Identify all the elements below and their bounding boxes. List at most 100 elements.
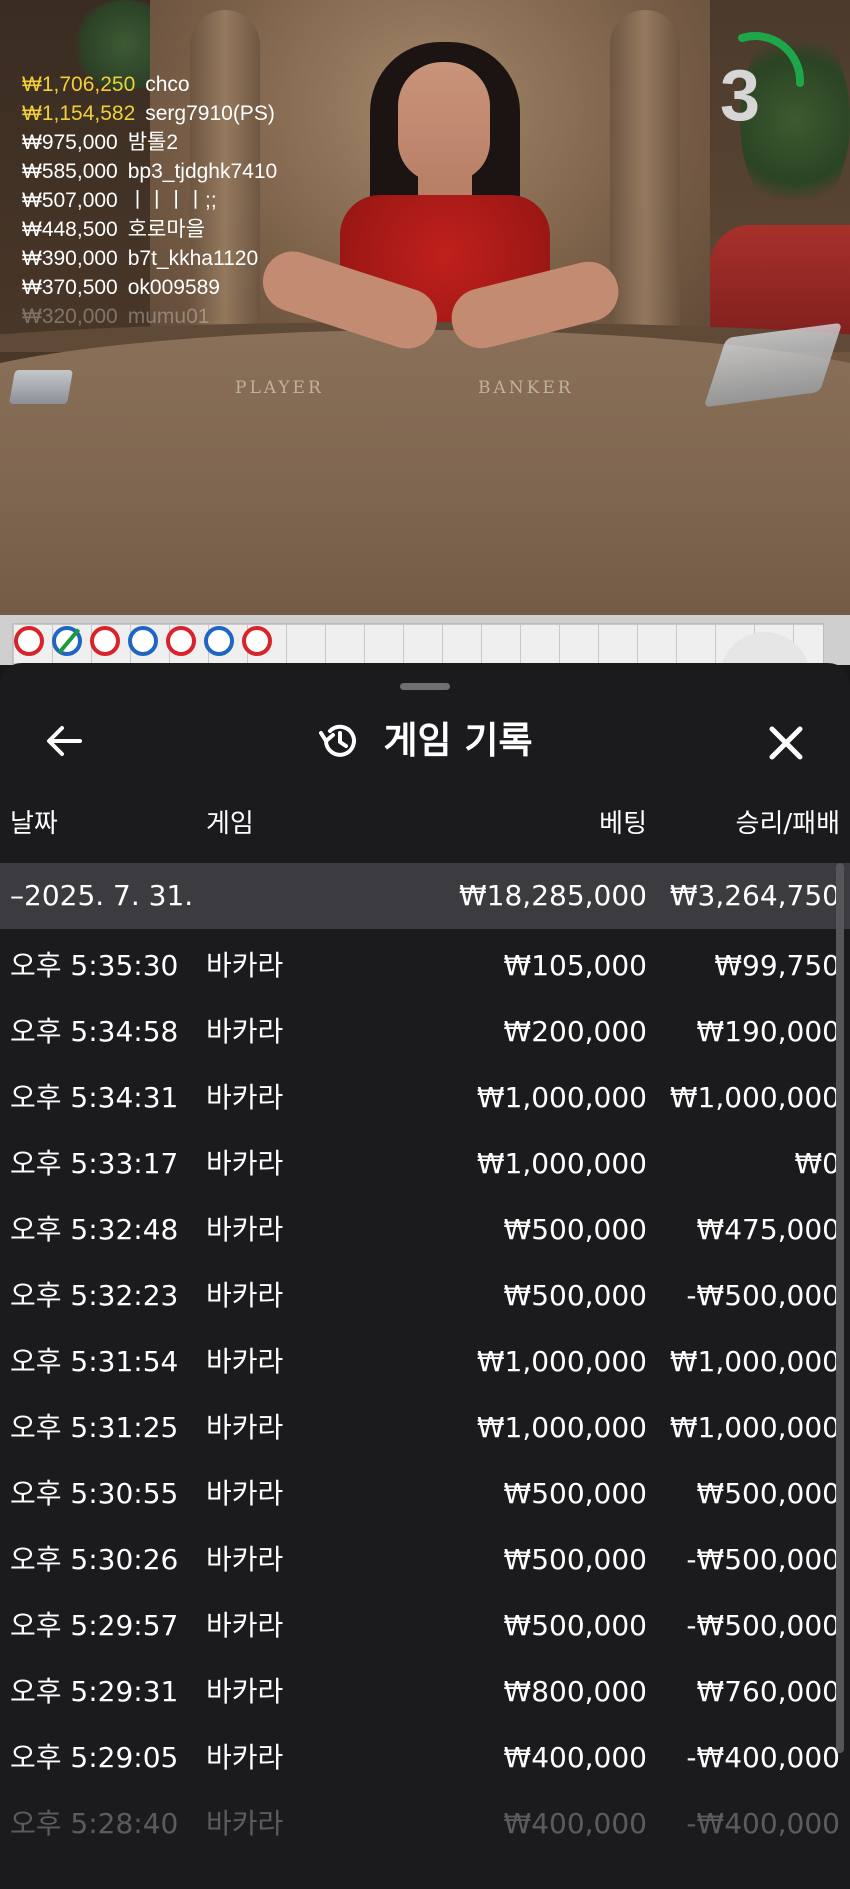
player-table-label: PLAYER xyxy=(235,378,324,398)
history-row[interactable]: 오후 5:32:23 바카라 ₩500,000 -₩500,000 xyxy=(0,1263,850,1329)
history-row[interactable]: 오후 5:29:05 바카라 ₩400,000 -₩400,000 xyxy=(0,1725,850,1791)
winner-row: ₩1,154,582 serg7910(PS) xyxy=(22,99,277,128)
row-time: 오후 5:31:54 xyxy=(10,1345,179,1378)
row-winloss: -₩500,000 xyxy=(686,1609,840,1642)
row-bet: ₩500,000 xyxy=(503,1477,647,1510)
row-winloss: ₩190,000 xyxy=(696,1015,840,1048)
row-winloss: ₩475,000 xyxy=(696,1213,840,1246)
row-winloss: ₩760,000 xyxy=(696,1675,840,1708)
live-video-stream: PLAYER BANKER 3 ₩1,706,250 chco ₩1,154,582… xyxy=(0,0,850,615)
winner-amount: ₩370,500 xyxy=(22,276,118,299)
winner-amount: ₩507,000 xyxy=(22,189,118,212)
row-game: 바카라 xyxy=(206,1411,284,1444)
history-icon xyxy=(319,724,357,757)
winners-list: ₩1,706,250 chco ₩1,154,582 serg7910(PS) ₩975… xyxy=(22,70,277,331)
row-game: 바카라 xyxy=(206,1213,284,1246)
winner-amount: ₩448,500 xyxy=(22,218,118,241)
history-row[interactable]: 오후 5:28:40 바카라 ₩400,000 -₩400,000 xyxy=(0,1791,850,1857)
history-row[interactable]: 오후 5:35:30 바카라 ₩105,000 ₩99,750 xyxy=(0,933,850,999)
row-bet: ₩1,000,000 xyxy=(476,1411,647,1444)
winner-name: 밤톨2 xyxy=(127,131,179,154)
row-time: 오후 5:30:55 xyxy=(10,1477,179,1510)
row-bet: ₩500,000 xyxy=(503,1609,647,1642)
winner-name: serg7910(PS) xyxy=(145,102,275,125)
history-row[interactable]: 오후 5:34:58 바카라 ₩200,000 ₩190,000 xyxy=(0,999,850,1065)
history-row[interactable]: 오후 5:30:55 바카라 ₩500,000 ₩500,000 xyxy=(0,1461,850,1527)
row-game: 바카라 xyxy=(206,1477,284,1510)
history-row[interactable]: 오후 5:30:26 바카라 ₩500,000 -₩500,000 xyxy=(0,1527,850,1593)
history-rows: 오후 5:35:30 바카라 ₩105,000 ₩99,750 오후 5:34:58 바카… xyxy=(0,933,850,1857)
banker-result-circle xyxy=(90,626,120,656)
row-winloss: -₩400,000 xyxy=(686,1741,840,1774)
banker-result-circle xyxy=(14,626,44,656)
winner-name: ok009589 xyxy=(127,276,220,299)
row-game: 바카라 xyxy=(206,1609,284,1642)
column-header-game: 게임 xyxy=(206,809,254,839)
row-time: 오후 5:31:25 xyxy=(10,1411,179,1444)
winner-amount: ₩585,000 xyxy=(22,160,118,183)
drag-handle[interactable] xyxy=(400,683,450,690)
row-time: 오후 5:32:23 xyxy=(10,1279,179,1312)
row-game: 바카라 xyxy=(206,1279,284,1312)
row-bet: ₩1,000,000 xyxy=(476,1081,647,1114)
row-time: 오후 5:30:26 xyxy=(10,1543,179,1576)
row-game: 바카라 xyxy=(206,1543,284,1576)
row-winloss: ₩1,000,000 xyxy=(669,1081,840,1114)
column-header-winloss: 승리/패배 xyxy=(735,809,840,839)
winner-name: 호로마을 xyxy=(127,218,206,241)
winner-amount: ₩1,154,582 xyxy=(22,102,136,125)
row-bet: ₩800,000 xyxy=(503,1675,647,1708)
summary-bet-total: ₩18,285,000 xyxy=(458,879,647,912)
history-row[interactable]: 오후 5:34:31 바카라 ₩1,000,000 ₩1,000,000 xyxy=(0,1065,850,1131)
countdown-timer: 3 xyxy=(719,56,761,136)
winner-amount: ₩320,000 xyxy=(22,305,118,328)
winner-amount: ₩390,000 xyxy=(22,247,118,270)
close-icon[interactable] xyxy=(762,719,810,767)
banker-result-circle xyxy=(166,626,196,656)
history-row[interactable]: 오후 5:29:57 바카라 ₩500,000 -₩500,000 xyxy=(0,1593,850,1659)
row-winloss: ₩500,000 xyxy=(696,1477,840,1510)
history-row[interactable]: 오후 5:32:48 바카라 ₩500,000 ₩475,000 xyxy=(0,1197,850,1263)
winner-name: chco xyxy=(145,73,190,96)
row-game: 바카라 xyxy=(206,1015,284,1048)
column-header-date: 날짜 xyxy=(10,809,58,839)
scrollbar[interactable] xyxy=(836,863,844,1753)
date-summary-row[interactable]: –2025. 7. 31. ₩18,285,000 ₩3,264,750 xyxy=(0,863,850,929)
row-winloss: -₩500,000 xyxy=(686,1279,840,1312)
row-winloss: -₩500,000 xyxy=(686,1543,840,1576)
row-bet: ₩500,000 xyxy=(503,1543,647,1576)
row-bet: ₩500,000 xyxy=(503,1279,647,1312)
winner-name: mumu01 xyxy=(127,305,210,328)
row-time: 오후 5:34:58 xyxy=(10,1015,179,1048)
winner-row: ₩320,000 mumu01 xyxy=(22,302,277,331)
history-row[interactable]: 오후 5:33:17 바카라 ₩1,000,000 ₩0 xyxy=(0,1131,850,1197)
row-time: 오후 5:34:31 xyxy=(10,1081,179,1114)
winner-row: ₩390,000 b7t_kkha1120 xyxy=(22,244,277,273)
row-time: 오후 5:29:57 xyxy=(10,1609,179,1642)
row-bet: ₩400,000 xyxy=(503,1741,647,1774)
history-row[interactable]: 오후 5:31:54 바카라 ₩1,000,000 ₩1,000,000 xyxy=(0,1329,850,1395)
row-game: 바카라 xyxy=(206,949,284,982)
row-winloss: ₩1,000,000 xyxy=(669,1345,840,1378)
row-game: 바카라 xyxy=(206,1741,284,1774)
history-row[interactable]: 오후 5:31:25 바카라 ₩1,000,000 ₩1,000,000 xyxy=(0,1395,850,1461)
row-bet: ₩200,000 xyxy=(503,1015,647,1048)
winner-row: ₩585,000 bp3_tjdghk7410 xyxy=(22,157,277,186)
table-header: 날짜 게임 베팅 승리/패배 xyxy=(0,803,850,853)
row-bet: ₩400,000 xyxy=(503,1807,647,1840)
winner-row: ₩1,706,250 chco xyxy=(22,70,277,99)
row-winloss: ₩1,000,000 xyxy=(669,1411,840,1444)
row-bet: ₩1,000,000 xyxy=(476,1345,647,1378)
winner-name: b7t_kkha1120 xyxy=(127,247,259,270)
winner-row: ₩448,500 호로마을 xyxy=(22,215,277,244)
row-time: 오후 5:28:40 xyxy=(10,1807,179,1840)
row-game: 바카라 xyxy=(206,1675,284,1708)
winner-name: bp3_tjdghk7410 xyxy=(127,160,278,183)
row-game: 바카라 xyxy=(206,1081,284,1114)
history-row[interactable]: 오후 5:29:31 바카라 ₩800,000 ₩760,000 xyxy=(0,1659,850,1725)
row-bet: ₩500,000 xyxy=(503,1213,647,1246)
row-winloss: ₩99,750 xyxy=(714,949,840,982)
panel-title-bar: 게임 기록 xyxy=(0,713,850,779)
column-header-bet: 베팅 xyxy=(599,809,647,839)
banker-result-circle xyxy=(242,626,272,656)
